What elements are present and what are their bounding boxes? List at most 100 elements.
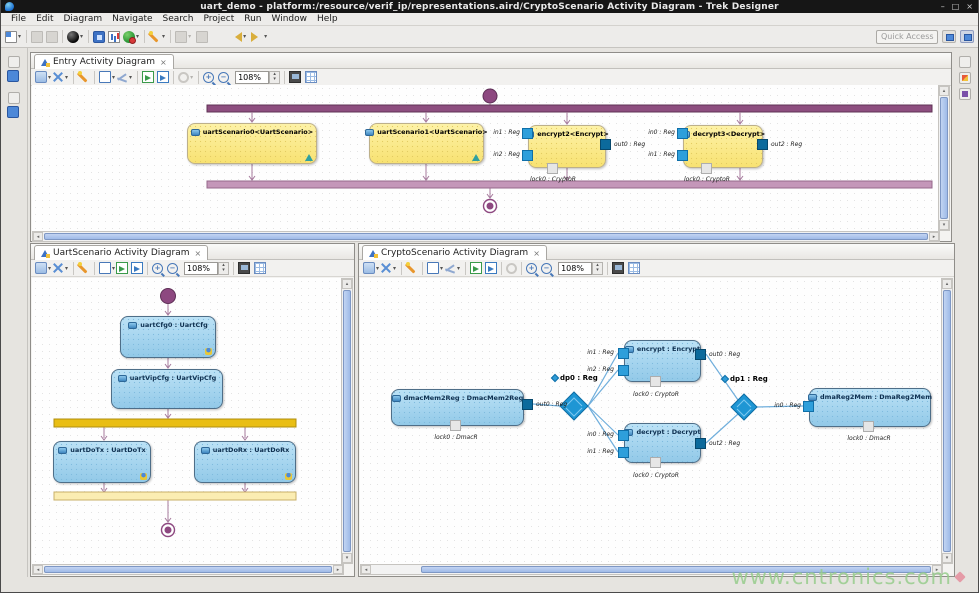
pin-in0[interactable] <box>618 430 629 441</box>
import-diagram-icon[interactable] <box>131 262 143 274</box>
activity-node-uartDoRx[interactable]: uartDoRx : UartDoRx <box>194 441 296 483</box>
menu-diagram[interactable]: Diagram <box>59 13 108 26</box>
shape-tool-icon[interactable] <box>99 262 111 274</box>
zoom-level-input[interactable] <box>235 71 269 84</box>
activity-node-decrypt3[interactable]: decrypt3<Decrypt> <box>683 125 763 168</box>
filters-icon[interactable] <box>52 262 64 274</box>
minimize-button[interactable]: – <box>941 0 945 13</box>
pin-in1[interactable] <box>618 348 629 359</box>
import-diagram-icon[interactable] <box>157 71 169 83</box>
menu-run[interactable]: Run <box>239 13 266 26</box>
maximize-button[interactable]: □ <box>952 0 960 13</box>
connection-tool-icon[interactable] <box>116 71 128 83</box>
current-perspective-icon[interactable] <box>960 30 974 43</box>
scrollbar-thumb[interactable] <box>343 290 351 552</box>
scroll-down-icon[interactable]: ▾ <box>942 553 952 563</box>
refresh-wand-icon[interactable] <box>78 71 90 83</box>
tab-entry-activity-diagram[interactable]: Entry Activity Diagram × <box>34 54 174 69</box>
pin-in1[interactable] <box>522 128 533 139</box>
dropdown-caret-icon[interactable]: ▾ <box>112 74 115 81</box>
pin-in2[interactable] <box>618 365 629 376</box>
refresh-wand-icon[interactable] <box>406 262 418 274</box>
menu-search[interactable]: Search <box>158 13 199 26</box>
scroll-right-icon[interactable]: ▸ <box>929 232 939 241</box>
edge[interactable] <box>588 406 618 452</box>
zoom-level-input[interactable] <box>184 262 218 275</box>
zoom-out-icon[interactable]: − <box>218 72 229 83</box>
uart-diagram-canvas[interactable]: uartCfg0 : UartCfg uartVipCfg : UartVipC… <box>32 278 344 564</box>
pin-out0[interactable] <box>695 349 706 360</box>
forward-icon[interactable] <box>251 32 263 42</box>
scroll-left-icon[interactable]: ◂ <box>361 565 371 574</box>
zoom-out-icon[interactable]: − <box>167 263 178 274</box>
dropdown-caret-icon[interactable]: ▾ <box>48 74 51 81</box>
report-icon[interactable] <box>108 31 120 43</box>
pin-out0[interactable] <box>522 399 533 410</box>
scroll-down-icon[interactable]: ▾ <box>342 553 352 563</box>
menu-help[interactable]: Help <box>312 13 343 26</box>
scrollbar-thumb[interactable] <box>943 290 951 552</box>
activity-node-uartCfg0[interactable]: uartCfg0 : UartCfg <box>120 316 216 358</box>
pin-in0[interactable] <box>677 128 688 139</box>
wand-icon[interactable] <box>149 31 161 43</box>
scroll-up-icon[interactable]: ▴ <box>342 279 352 289</box>
activity-node-decrypt[interactable]: decrypt : Decrypt <box>624 423 701 463</box>
layout-mode-icon[interactable] <box>35 71 47 83</box>
filters-icon[interactable] <box>380 262 392 274</box>
join-bar[interactable] <box>54 492 296 500</box>
zoom-level-input[interactable] <box>558 262 592 275</box>
grid-icon[interactable] <box>628 262 640 274</box>
zoom-in-icon[interactable]: + <box>203 72 214 83</box>
refresh-wand-icon[interactable] <box>78 262 90 274</box>
snapshot-icon[interactable] <box>612 262 624 274</box>
filters-icon[interactable] <box>52 71 64 83</box>
dropdown-caret-icon[interactable]: ▾ <box>136 33 139 40</box>
tab-uartscenario-activity-diagram[interactable]: UartScenario Activity Diagram × <box>34 245 208 260</box>
uart-horizontal-scrollbar[interactable]: ◂ ▸ <box>32 564 344 575</box>
initial-node[interactable] <box>161 289 176 304</box>
pin-lock0[interactable] <box>450 420 461 431</box>
tab-close-icon[interactable]: × <box>160 58 167 67</box>
pin-in1[interactable] <box>618 447 629 458</box>
dropdown-caret-icon[interactable]: ▾ <box>80 33 83 40</box>
pin-out2[interactable] <box>695 438 706 449</box>
export-diagram-icon[interactable] <box>116 262 128 274</box>
shape-tool-icon[interactable] <box>427 262 439 274</box>
scrollbar-thumb[interactable] <box>44 233 928 240</box>
dropdown-caret-icon[interactable]: ▾ <box>48 265 51 272</box>
zoom-in-icon[interactable]: + <box>152 263 163 274</box>
quick-access-field[interactable]: Quick Access <box>876 30 938 44</box>
activity-node-encrypt2[interactable]: encrypt2<Encrypt> <box>528 125 606 168</box>
connection-tool-icon[interactable] <box>444 262 456 274</box>
model-explorer-icon[interactable] <box>7 70 19 82</box>
tab-close-icon[interactable]: × <box>533 249 540 258</box>
zoom-in-icon[interactable]: + <box>526 263 537 274</box>
close-button[interactable]: × <box>966 0 973 13</box>
snapshot-icon[interactable] <box>289 71 301 83</box>
pin-lock0[interactable] <box>701 163 712 174</box>
pin-lock0[interactable] <box>650 457 661 468</box>
zoom-out-icon[interactable]: − <box>541 263 552 274</box>
scrollbar-thumb[interactable] <box>940 97 948 219</box>
activity-node-uartDoTx[interactable]: uartDoTx : UartDoTx <box>53 441 151 483</box>
console-icon[interactable] <box>93 31 105 43</box>
zoom-spinner[interactable]: ▴▾ <box>592 262 603 275</box>
palette-view-icon[interactable] <box>959 88 971 100</box>
pin-in1[interactable] <box>677 150 688 161</box>
tab-cryptoscenario-activity-diagram[interactable]: CryptoScenario Activity Diagram × <box>362 245 547 260</box>
outline-tree-icon[interactable] <box>7 106 19 118</box>
scroll-up-icon[interactable]: ▴ <box>942 279 952 289</box>
outline-view-icon[interactable] <box>959 72 971 84</box>
dropdown-caret-icon[interactable]: ▾ <box>440 265 443 272</box>
menu-navigate[interactable]: Navigate <box>107 13 157 26</box>
layout-mode-icon[interactable] <box>363 262 375 274</box>
activity-node-uartScenario0[interactable]: uartScenario0<UartScenario> <box>187 123 317 164</box>
dropdown-caret-icon[interactable]: ▾ <box>376 265 379 272</box>
pin-out2[interactable] <box>757 139 768 150</box>
initial-node[interactable] <box>483 89 497 103</box>
crypto-diagram-canvas[interactable]: dmacMem2Reg : DmacMem2Reg out0 : Reg loc… <box>360 278 943 564</box>
dropdown-caret-icon[interactable]: ▾ <box>129 74 132 81</box>
scrollbar-thumb[interactable] <box>44 566 332 573</box>
scroll-left-icon[interactable]: ◂ <box>33 232 43 241</box>
new-wizard-icon[interactable] <box>5 31 17 43</box>
